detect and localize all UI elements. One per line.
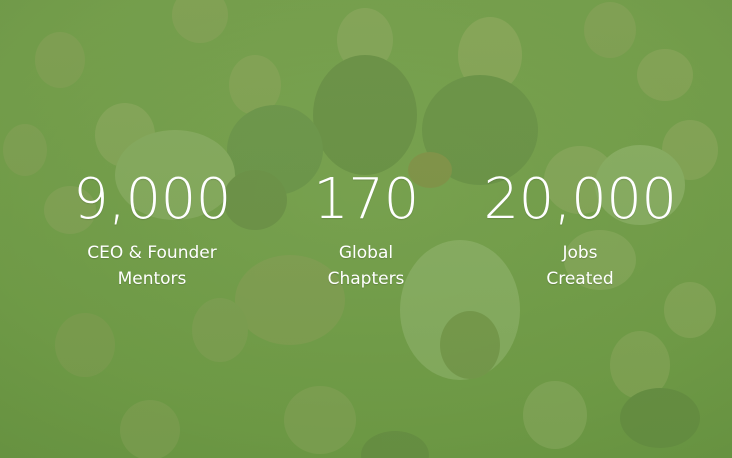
stat-label-line: Mentors: [117, 269, 187, 289]
hero-section: 9,000 CEO & Founder Mentors 170 Global C…: [0, 0, 732, 458]
stat-label-line: Global: [338, 243, 394, 263]
stat-value: 170: [313, 167, 419, 232]
stats-row: 9,000 CEO & Founder Mentors 170 Global C…: [0, 0, 732, 458]
stat-label: Global Chapters: [313, 240, 418, 292]
stat-value: 20,000: [483, 167, 677, 232]
stat-label: Jobs Created: [484, 240, 677, 292]
stat-label-line: Created: [546, 269, 614, 289]
stat-label-line: Chapters: [327, 269, 405, 289]
stat-mentors: 9,000 CEO & Founder Mentors: [73, 172, 231, 292]
stat-value: 9,000: [73, 167, 231, 232]
stat-label-line: CEO & Founder: [87, 243, 217, 263]
stat-label-line: Jobs: [562, 243, 598, 263]
stat-label: CEO & Founder Mentors: [73, 240, 231, 292]
stat-chapters: 170 Global Chapters: [313, 167, 419, 292]
stat-jobs: 20,000 Jobs Created: [484, 172, 677, 292]
